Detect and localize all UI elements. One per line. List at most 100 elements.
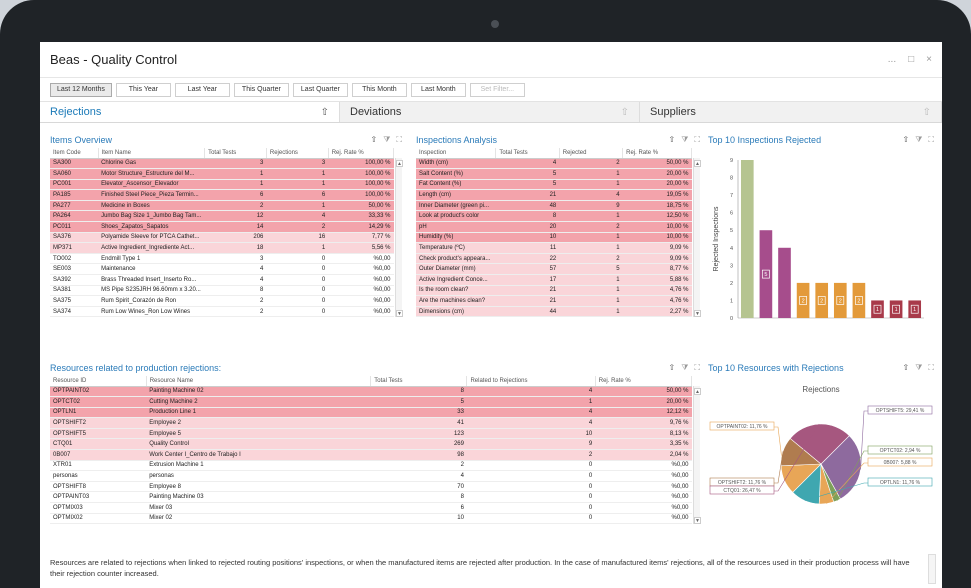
export-icon[interactable]: ⇧ xyxy=(903,135,910,145)
table-row[interactable]: CTQ01 Quality Control 269 9 3,35 % xyxy=(50,438,692,451)
table-row[interactable]: 0B007 Work Center I_Centro de Trabajo I 98… xyxy=(50,449,692,461)
filter-button[interactable]: Last Year xyxy=(174,82,230,97)
scrollbar[interactable]: ▲ ▼ xyxy=(693,158,701,318)
filter-button[interactable]: Last 12 Months xyxy=(50,82,112,97)
export-icon[interactable]: ⇧ xyxy=(903,363,910,373)
column-header[interactable]: Resource ID xyxy=(50,376,147,387)
table-row[interactable]: personas personas 4 0 %0,00 xyxy=(50,470,692,482)
table-row[interactable]: Width (cm) 4 2 50,00 % xyxy=(416,158,692,170)
table-row[interactable]: MP371 Active Ingredient_Ingrediente Act..… xyxy=(50,242,394,254)
table-row[interactable]: Salt Content (%) 5 1 20,00 % xyxy=(416,168,692,180)
table-row[interactable]: Is the room clean? 21 1 4,76 % xyxy=(416,285,692,297)
filter-button[interactable]: This Month xyxy=(351,82,407,97)
tab-deviations[interactable]: Deviations ⇧ xyxy=(340,102,640,122)
table-row[interactable]: Check product's appeara... 22 2 9,09 % xyxy=(416,253,692,265)
table-row[interactable]: OPTSHIFT8 Employee 8 70 0 %0,00 xyxy=(50,481,692,493)
export-icon[interactable]: ⇧ xyxy=(669,135,676,145)
column-header[interactable]: Resource Name xyxy=(146,376,372,387)
table-row[interactable]: Outer Diameter (mm) 57 5 8,77 % xyxy=(416,263,692,276)
column-header[interactable]: Total Tests xyxy=(495,148,560,159)
filter-icon[interactable]: ⧩ xyxy=(915,135,922,145)
expand-icon[interactable]: ⛶ xyxy=(928,135,934,145)
column-header[interactable]: Related to Rejections xyxy=(466,376,596,387)
tab-rejections[interactable]: Rejections ⇧ xyxy=(40,102,340,122)
table-row[interactable]: Active Ingredient Conce... 17 1 5,88 % xyxy=(416,274,692,286)
filter-icon[interactable]: ⧩ xyxy=(915,363,922,373)
column-header[interactable]: Inspection xyxy=(416,148,497,159)
column-header[interactable]: Total Tests xyxy=(370,376,468,387)
table-row[interactable]: TO002 Endmill Type 1 3 0 %0,00 xyxy=(50,253,394,265)
table-row[interactable]: Are the machines clean? 21 1 4,76 % xyxy=(416,295,692,307)
scroll-up-icon[interactable]: ▲ xyxy=(694,160,701,167)
table-row[interactable]: PA264 Jumbo Bag Size 1_Jumbo Bag Tam... 12… xyxy=(50,210,394,223)
table-cell: OPTCT02 xyxy=(50,396,147,408)
column-header[interactable]: Rej. Rate % xyxy=(328,148,395,159)
export-icon[interactable]: ⇧ xyxy=(669,363,676,373)
table-row[interactable]: SE003 Maintenance 4 0 %0,00 xyxy=(50,263,394,276)
filter-icon[interactable]: ⧩ xyxy=(681,363,688,373)
scrollbar[interactable]: ▲ ▼ xyxy=(395,158,403,318)
filter-button[interactable]: This Quarter xyxy=(233,82,289,97)
table-row[interactable]: OPTMIX02 Mixer 02 10 0 %0,00 xyxy=(50,513,692,525)
table-row[interactable]: OPTLN1 Production Line 1 33 4 12,12 % xyxy=(50,407,692,419)
tab-suppliers[interactable]: Suppliers ⇧ xyxy=(640,102,942,122)
table-row[interactable]: PC001 Elevator_Ascensor_Elevador 1 1 100,00 … xyxy=(50,179,394,191)
table-row[interactable]: Inner Diameter (green pi... 48 9 18,75 % xyxy=(416,200,692,212)
filter-button[interactable]: This Year xyxy=(115,82,171,97)
table-row[interactable]: PA277 Medicine in Boxes 2 1 50,00 % xyxy=(50,200,394,212)
table-row[interactable]: Dimensions (cm) 44 1 2,27 % xyxy=(416,306,692,318)
table-row[interactable]: OPTCT02 Cutting Machine 2 5 1 20,00 % xyxy=(50,396,692,408)
table-row[interactable]: SA300 Chlorine Gas 3 3 100,00 % xyxy=(50,158,394,170)
filter-icon[interactable]: ⧩ xyxy=(681,135,688,145)
filter-button[interactable]: Last Quarter xyxy=(292,82,348,97)
scrollbar[interactable]: ▲ ▼ xyxy=(693,386,701,525)
column-header[interactable]: Rejections xyxy=(266,148,329,159)
table-row[interactable]: pH 20 2 10,00 % xyxy=(416,221,692,233)
table-row[interactable]: Look at product's color 8 1 12,50 % xyxy=(416,210,692,223)
column-header[interactable]: Rej. Rate % xyxy=(622,148,692,159)
maximize-icon[interactable]: □ xyxy=(908,54,914,65)
table-row[interactable]: OPTSHIFT5 Employee 5 123 10 8,13 % xyxy=(50,428,692,440)
export-icon[interactable]: ⇧ xyxy=(923,107,931,118)
export-icon[interactable]: ⇧ xyxy=(621,107,629,118)
expand-icon[interactable]: ⛶ xyxy=(396,135,402,145)
column-header[interactable]: Rejected xyxy=(559,148,624,159)
minimize-icon[interactable]: ... xyxy=(888,54,896,65)
table-row[interactable]: SA060 Motor Structure_Estructure del M...… xyxy=(50,168,394,180)
table-row[interactable]: SA381 MS Pipe S235JRH 96.60mm x 3.20... 8 0… xyxy=(50,285,394,297)
table-row[interactable]: Temperature (ºC) 11 1 9,09 % xyxy=(416,242,692,254)
scroll-down-icon[interactable]: ▼ xyxy=(694,310,701,318)
table-row[interactable]: PA185 Finished Steel Piece_Pieza Termin..… xyxy=(50,189,394,201)
table-row[interactable]: SA376 Polyamide Sleeve for PTCA Cathet...… xyxy=(50,232,394,244)
expand-icon[interactable]: ⛶ xyxy=(694,363,700,373)
table-row[interactable]: SA374 Rum Low Wines_Ron Low Wines 2 0 %0,00 xyxy=(50,306,394,318)
column-header[interactable]: Item Name xyxy=(98,148,206,159)
table-row[interactable]: PC011 Shoes_Zapatos_Sapatos 14 2 14,29 % xyxy=(50,221,394,233)
table-row[interactable]: OPTSHIFT2 Employee 2 41 4 9,76 % xyxy=(50,417,692,429)
filter-button[interactable]: Set Filter... xyxy=(469,82,525,97)
table-row[interactable]: Length (cm) 21 4 19,05 % xyxy=(416,189,692,201)
filter-icon[interactable]: ⧩ xyxy=(383,135,390,145)
column-header[interactable]: Rej. Rate % xyxy=(595,376,693,387)
scroll-down-icon[interactable]: ▼ xyxy=(694,517,701,525)
scroll-down-icon[interactable]: ▼ xyxy=(396,310,403,318)
scroll-up-icon[interactable]: ▲ xyxy=(396,160,403,167)
scrollbar[interactable] xyxy=(928,554,936,584)
table-row[interactable]: OPTPAINT02 Painting Machine 02 8 4 50,00 % xyxy=(50,386,692,398)
close-icon[interactable]: × xyxy=(926,54,932,65)
table-row[interactable]: XTR01 Extrusion Machine 1 2 0 %0,00 xyxy=(50,460,692,472)
scroll-up-icon[interactable]: ▲ xyxy=(694,388,701,395)
table-row[interactable]: SA375 Rum Spirit_Corazón de Ron 2 0 %0,00 xyxy=(50,295,394,307)
table-row[interactable]: OPTMIX03 Mixer 03 6 0 %0,00 xyxy=(50,502,692,514)
expand-icon[interactable]: ⛶ xyxy=(694,135,700,145)
filter-button[interactable]: Last Month xyxy=(410,82,466,97)
expand-icon[interactable]: ⛶ xyxy=(928,363,934,373)
column-header[interactable]: Item Code xyxy=(50,148,99,159)
table-row[interactable]: Humidity (%) 10 1 10,00 % xyxy=(416,232,692,244)
column-header[interactable]: Total Tests xyxy=(204,148,267,159)
export-icon[interactable]: ⇧ xyxy=(321,107,329,118)
export-icon[interactable]: ⇧ xyxy=(371,135,378,145)
table-row[interactable]: SA392 Brass Threaded Insert_Inserto Ro...… xyxy=(50,274,394,286)
table-row[interactable]: OPTPAINT03 Painting Machine 03 8 0 %0,00 xyxy=(50,491,692,504)
table-row[interactable]: Fat Content (%) 5 1 20,00 % xyxy=(416,179,692,191)
